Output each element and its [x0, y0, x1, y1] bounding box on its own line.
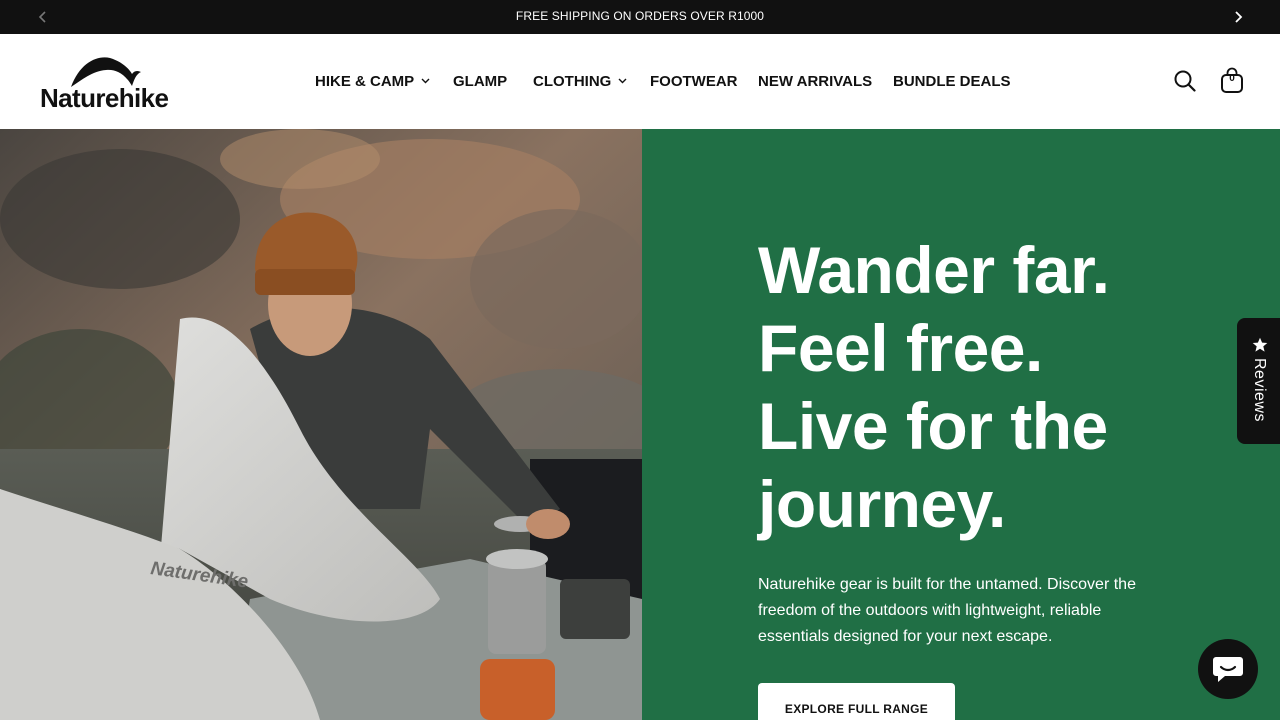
search-icon — [1174, 70, 1196, 92]
nav-item-footwear[interactable]: FOOTWEAR — [650, 70, 738, 92]
site-header: Naturehike HIKE & CAMP GLAMP CLOTHING FO… — [0, 34, 1280, 129]
hero-heading-line: journey. — [758, 467, 1006, 541]
cart-button[interactable]: 0 — [1220, 67, 1244, 94]
hero-panel: Wander far. Feel free. Live for the jour… — [642, 129, 1280, 720]
nav-item-label: CLOTHING — [533, 72, 612, 90]
nav-item-label: NEW ARRIVALS — [758, 72, 873, 90]
nav-item-label: BUNDLE DEALS — [893, 72, 1011, 90]
hero-description: Naturehike gear is built for the untamed… — [758, 576, 1136, 645]
hero-image: Naturehike — [0, 129, 642, 720]
nav-item-glamp[interactable]: GLAMP — [453, 70, 507, 92]
chevron-down-icon — [618, 78, 627, 84]
nav-item-bundle-deals[interactable]: BUNDLE DEALS — [893, 70, 1011, 92]
nav-item-clothing[interactable]: CLOTHING — [533, 70, 627, 92]
announcement-bar: FREE SHIPPING ON ORDERS OVER R1000 — [0, 0, 1280, 34]
search-button[interactable] — [1173, 69, 1197, 93]
logo-text: Naturehike — [40, 83, 169, 113]
star-icon — [1252, 337, 1268, 352]
chevron-right-icon — [1235, 11, 1243, 23]
hero-heading-line: Live for the — [758, 389, 1108, 463]
reviews-tab[interactable]: Reviews — [1237, 318, 1280, 444]
cart-count: 0 — [1229, 73, 1235, 84]
reviews-label: Reviews — [1251, 358, 1268, 422]
nav-item-label: GLAMP — [453, 72, 508, 90]
announcement-text[interactable]: FREE SHIPPING ON ORDERS OVER R1000 — [0, 0, 1280, 34]
nav-item-label: FOOTWEAR — [650, 72, 738, 90]
nav-item-hike-camp[interactable]: HIKE & CAMP — [315, 70, 430, 92]
hero-heading-line: Feel free. — [758, 311, 1043, 385]
chat-icon — [1213, 657, 1243, 682]
hero-heading: Wander far. Feel free. Live for the jour… — [758, 231, 1238, 543]
explore-full-range-button[interactable]: EXPLORE FULL RANGE — [758, 683, 955, 720]
logo[interactable]: Naturehike — [40, 54, 175, 113]
chevron-down-icon — [421, 78, 430, 84]
hero-heading-line: Wander far. — [758, 233, 1110, 307]
nav-item-new-arrivals[interactable]: NEW ARRIVALS — [758, 70, 872, 92]
announcement-next-button[interactable] — [1229, 8, 1247, 26]
chat-button[interactable] — [1198, 639, 1258, 699]
nav-item-label: HIKE & CAMP — [315, 72, 415, 90]
